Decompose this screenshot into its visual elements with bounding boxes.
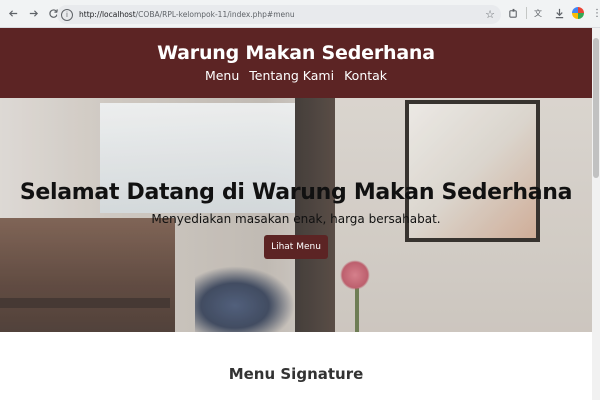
site-header: Warung Makan Sederhana Menu Tentang Kami… — [0, 28, 592, 98]
back-icon[interactable] — [5, 6, 21, 22]
menu-heading: Menu Signature — [228, 365, 364, 383]
url-path: /COBA/RPL-kelompok-11/index.php#menu — [135, 10, 295, 19]
site-title: Warung Makan Sederhana — [157, 42, 435, 64]
site-info-icon[interactable]: i — [61, 8, 73, 21]
hero-subtitle: Menyediakan masakan enak, harga bersahab… — [151, 212, 441, 226]
hero-section: Selamat Datang di Warung Makan Sederhana… — [0, 98, 592, 332]
url-host: http://localhost — [79, 10, 136, 19]
bookmark-star-icon[interactable]: ☆ — [485, 8, 495, 21]
nav-link-kontak[interactable]: Kontak — [344, 68, 387, 83]
menu-icon[interactable]: ⋮ — [591, 6, 600, 20]
page-scrollbar[interactable] — [592, 28, 600, 400]
profile-icon[interactable] — [572, 7, 584, 19]
lihat-menu-button[interactable]: Lihat Menu — [264, 235, 328, 259]
download-icon[interactable] — [553, 6, 565, 20]
nav-link-menu[interactable]: Menu — [205, 68, 239, 83]
hero-content: Selamat Datang di Warung Makan Sederhana… — [0, 98, 592, 332]
translate-icon[interactable]: 文 — [534, 6, 546, 20]
browser-toolbar: i http://localhost/COBA/RPL-kelompok-11/… — [0, 0, 600, 28]
hero-title: Selamat Datang di Warung Makan Sederhana — [19, 180, 573, 205]
extensions-icon[interactable] — [507, 6, 519, 20]
scrollbar-thumb[interactable] — [593, 38, 599, 178]
address-bar[interactable]: i http://localhost/COBA/RPL-kelompok-11/… — [57, 5, 501, 24]
menu-section: Menu Signature — [0, 332, 592, 400]
site-nav: Menu Tentang Kami Kontak — [0, 68, 592, 83]
svg-text:文: 文 — [534, 8, 542, 18]
url-text[interactable]: http://localhost/COBA/RPL-kelompok-11/in… — [79, 10, 295, 19]
forward-icon[interactable] — [25, 6, 41, 22]
toolbar-separator — [526, 7, 527, 19]
nav-link-tentang-kami[interactable]: Tentang Kami — [249, 68, 334, 83]
